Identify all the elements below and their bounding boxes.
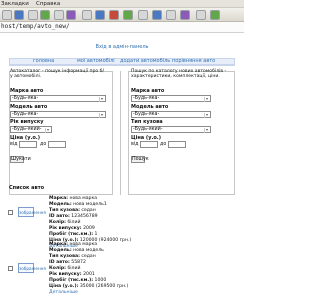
search-button[interactable]: Шукати — [10, 156, 31, 163]
right-model-select[interactable]: -Будь-яка- — [131, 111, 211, 118]
right-price-to-input[interactable] — [168, 141, 186, 148]
car-2-field-2: Тип кузова: седан — [49, 254, 96, 259]
chevron-down-icon — [99, 113, 104, 118]
forward-icon[interactable] — [14, 10, 24, 20]
browser-toolbar — [0, 8, 244, 22]
left-description: Автокаталог - пошук інформації про б/у а… — [10, 69, 105, 80]
home-icon[interactable] — [54, 10, 64, 20]
profile-icon[interactable] — [180, 10, 190, 20]
nav-home[interactable]: головна — [33, 58, 54, 65]
car-2-field-7: Ціна (у.о.): 35000 (269500 грн.) — [49, 284, 129, 289]
address-url[interactable]: host/temp/avto_new/ — [1, 23, 70, 31]
stop-icon[interactable] — [28, 10, 38, 20]
right-model-value: -Будь-яка- — [133, 112, 160, 117]
left-make-select[interactable]: -Будь-яка- — [10, 95, 106, 102]
chevron-down-icon — [45, 128, 50, 133]
right-body-value: -Будь-який- — [133, 127, 163, 132]
nav-compare[interactable]: порівняння авто — [172, 58, 215, 65]
close-icon[interactable] — [109, 10, 119, 20]
car-2-thumbnail[interactable]: зображення — [18, 263, 46, 273]
left-year-select[interactable]: -Будь-який- — [10, 126, 52, 133]
bookmark-icon[interactable] — [82, 10, 92, 20]
reload-icon[interactable] — [40, 10, 50, 20]
extension-icon[interactable] — [166, 10, 176, 20]
list-title: Список авто — [9, 185, 45, 191]
car-2-field-6: Пробіг (тис.км.): 1000 — [49, 278, 107, 283]
car-1-field-6: Пробіг (тис.км.): 1 — [49, 232, 98, 237]
chevron-down-icon — [99, 97, 104, 102]
chevron-down-icon — [204, 128, 209, 133]
car-2-more-link[interactable]: Детальніше — [49, 290, 78, 295]
car-2-field-3: ID авто: 55872 — [49, 260, 86, 265]
right-price-from-label: від — [131, 142, 139, 147]
chevron-down-icon — [204, 97, 209, 102]
left-year-label: Рік випуску — [10, 119, 44, 125]
right-price-to-label: до — [160, 142, 167, 147]
left-price-to-input[interactable] — [48, 141, 66, 148]
car-2-field-4: Колір: білий — [49, 266, 81, 271]
menu-bookmarks[interactable]: Закладки — [1, 1, 29, 7]
settings-icon[interactable] — [138, 10, 148, 20]
car-2-field-5: Рік випуску: 2001 — [49, 272, 95, 277]
car-1-field-3: ID авто: 123456789 — [49, 214, 98, 219]
left-model-value: -Будь-яка- — [12, 112, 39, 117]
download-icon[interactable] — [123, 10, 133, 20]
car-1-field-0: Марка: нова марка — [49, 196, 98, 201]
nav-add-car[interactable]: додати автомобіль — [120, 58, 170, 65]
nav-my-cars[interactable]: мої автомобілі — [77, 58, 115, 65]
nav-divider — [9, 65, 235, 66]
find-button[interactable]: Пошук — [131, 156, 149, 163]
car-1-field-1: Модель: нова модель1 — [49, 202, 107, 207]
panel-divider — [120, 71, 121, 195]
page-icon[interactable] — [152, 10, 162, 20]
right-model-label: Модель авто — [131, 104, 169, 110]
main-nav: головна мої автомобілі додати автомобіль… — [9, 58, 235, 65]
left-price-from-label: від — [10, 142, 18, 147]
left-price-from-input[interactable] — [19, 141, 37, 148]
tools-icon[interactable] — [95, 10, 105, 20]
left-model-select[interactable]: -Будь-яка- — [10, 111, 106, 118]
history-icon[interactable] — [66, 10, 76, 20]
back-icon[interactable] — [2, 10, 12, 20]
left-price-to-label: до — [40, 142, 47, 147]
right-body-label: Тип кузова — [131, 119, 163, 125]
share-icon[interactable] — [210, 10, 220, 20]
car-1-thumbnail[interactable]: зображення — [18, 207, 46, 217]
left-make-label: Марка авто — [10, 88, 44, 94]
left-year-value: -Будь-який- — [12, 127, 42, 132]
right-make-label: Марка авто — [131, 88, 165, 94]
chevron-down-icon — [204, 113, 209, 118]
left-make-value: -Будь-яка- — [12, 96, 39, 101]
car-1-field-5: Рік випуску: 2009 — [49, 226, 95, 231]
menu-icon[interactable] — [196, 10, 206, 20]
menu-help[interactable]: Справка — [36, 1, 60, 7]
car-1-checkbox[interactable] — [8, 210, 13, 215]
left-model-label: Модель авто — [10, 104, 48, 110]
car-2-checkbox[interactable] — [8, 266, 13, 271]
admin-link[interactable]: Вхід в адмін-панель — [0, 44, 244, 51]
right-make-value: -Будь-яка- — [133, 96, 160, 101]
address-bar[interactable]: host/temp/avto_new/ — [0, 22, 244, 33]
page-content: Вхід в адмін-панель головна мої автомобі… — [0, 34, 244, 304]
right-make-select[interactable]: -Будь-яка- — [131, 95, 211, 102]
car-2-field-0: Марка: нова марка — [49, 242, 98, 247]
right-body-select[interactable]: -Будь-який- — [131, 126, 211, 133]
right-description: Пошук по каталогу нових автомобілів - ха… — [131, 69, 227, 80]
car-2-field-1: Модель: нова модель — [49, 248, 104, 253]
right-price-from-input[interactable] — [140, 141, 158, 148]
car-1-field-2: Тип кузова: седан — [49, 208, 96, 213]
car-1-field-4: Колір: білий — [49, 220, 81, 225]
browser-menubar: Закладки Справка — [0, 0, 244, 8]
